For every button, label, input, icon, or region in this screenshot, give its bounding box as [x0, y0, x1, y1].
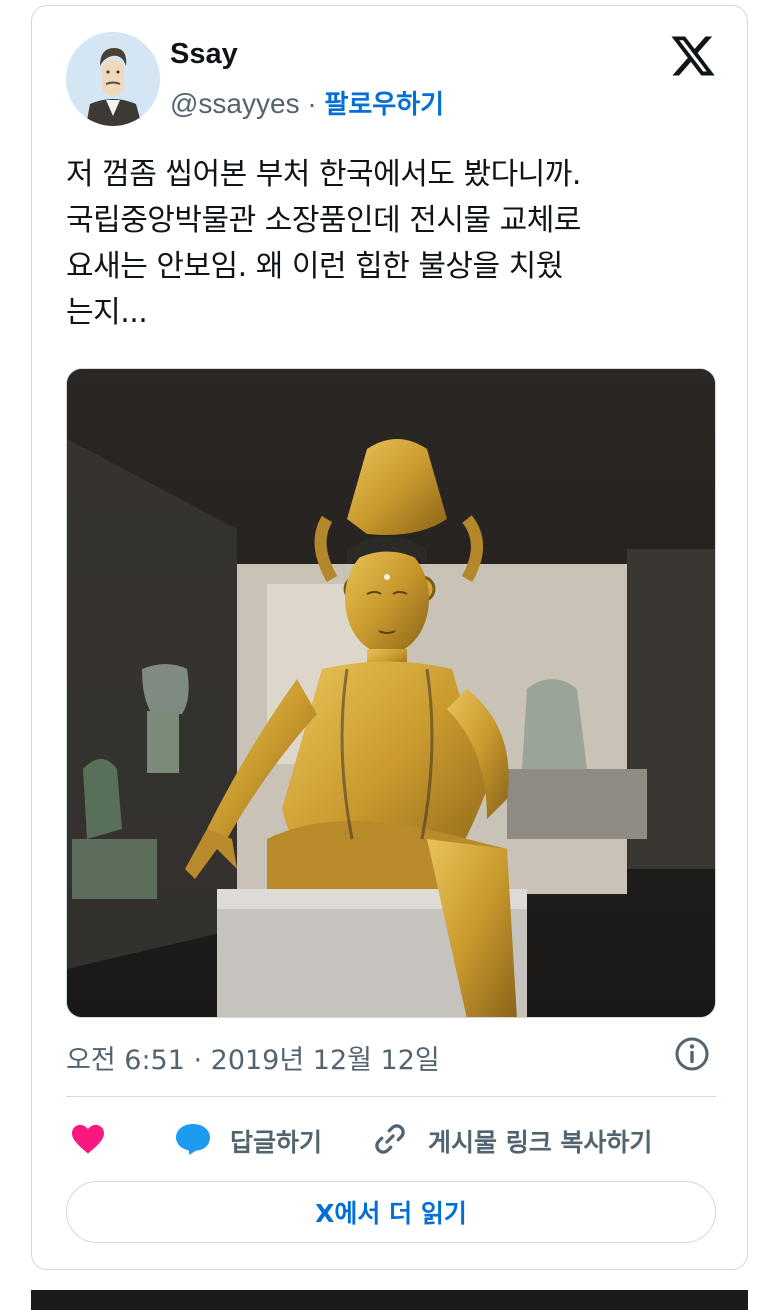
- author-avatar[interactable]: [66, 32, 160, 126]
- like-button[interactable]: [70, 1119, 106, 1163]
- heart-icon: [70, 1123, 106, 1159]
- x-logo-icon[interactable]: [669, 32, 717, 80]
- embedded-tweet-card: Ssay @ssayyes · 팔로우하기 저 껌좀 씹어본 부처 한국에서도 …: [31, 5, 748, 1270]
- follow-link[interactable]: 팔로우하기: [324, 90, 444, 120]
- tweet-photo[interactable]: [66, 368, 716, 1018]
- handle-separator: ·: [299, 88, 325, 119]
- tweet-timestamp[interactable]: 오전 6:51 · 2019년 12월 12일: [66, 1038, 440, 1077]
- reply-button[interactable]: 답글하기: [174, 1119, 322, 1163]
- link-icon: [372, 1121, 408, 1161]
- author-handle[interactable]: @ssayyes: [170, 88, 300, 119]
- next-embed-edge: [31, 1290, 748, 1310]
- read-more-button[interactable]: X에서 더 읽기: [66, 1181, 716, 1243]
- copy-link-label: 게시물 링크 복사하기: [428, 1128, 653, 1157]
- author-handle-row: @ssayyes · 팔로우하기: [170, 84, 444, 121]
- info-icon[interactable]: [674, 1036, 710, 1072]
- tweet-text: 저 껌좀 씹어본 부처 한국에서도 봤다니까. 국립중앙박물관 소장품인데 전시…: [66, 157, 581, 330]
- divider: [66, 1096, 716, 1097]
- author-name[interactable]: Ssay: [170, 38, 238, 71]
- copy-link-button[interactable]: 게시물 링크 복사하기: [372, 1119, 652, 1163]
- speech-bubble-icon: [174, 1122, 212, 1160]
- reply-label: 답글하기: [230, 1128, 323, 1157]
